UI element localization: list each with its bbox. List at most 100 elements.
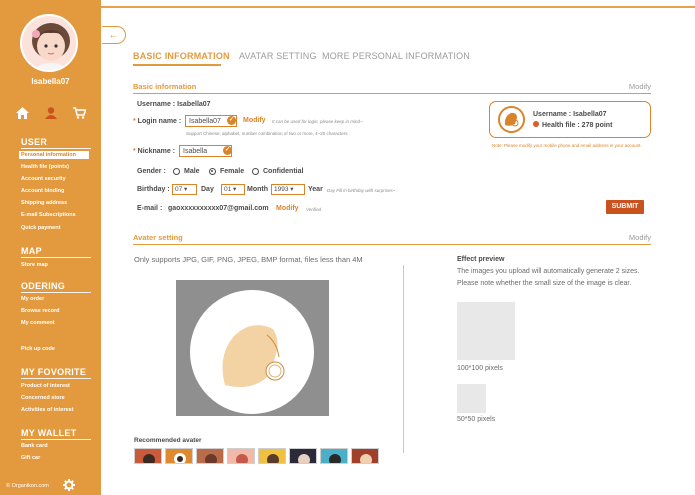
basic-info-modify-link[interactable]: Modify: [629, 82, 651, 91]
sidebar: Isabella07 USER Personal information Hea…: [0, 0, 101, 495]
cart-icon[interactable]: [73, 106, 87, 124]
month-value: 01: [224, 186, 232, 193]
sidebar-section-map: MAP: [21, 246, 42, 256]
top-accent-line: [100, 6, 695, 8]
card-health-file: Health file : 278 point: [533, 121, 612, 129]
tab-basic-information[interactable]: BASIC INFORMATION: [133, 51, 230, 61]
avatar-crop-area[interactable]: [176, 280, 329, 416]
home-icon[interactable]: [16, 106, 29, 124]
gender-female-label: Female: [220, 168, 245, 175]
active-tab-indicator: [133, 64, 221, 66]
login-label: Login name :: [137, 118, 182, 125]
year-label: Year: [308, 186, 323, 193]
card-avatar: [498, 106, 525, 133]
sidebar-item-bank-card[interactable]: Bank card: [21, 443, 48, 449]
sidebar-item-gift-card[interactable]: Gift car: [21, 455, 40, 461]
gender-female-radio[interactable]: [209, 168, 216, 175]
day-select[interactable]: 07 ▾: [172, 184, 197, 195]
avatar-option[interactable]: [227, 448, 255, 464]
sidebar-item-account-security[interactable]: Account security: [21, 176, 66, 182]
month-select[interactable]: 01 ▾: [221, 184, 245, 195]
effect-preview-line-2: Please note whether the small size of th…: [457, 280, 632, 287]
email-modify-link[interactable]: Modify: [276, 205, 299, 212]
gender-confidential-label: Confidential: [263, 168, 304, 175]
user-icon[interactable]: [45, 106, 57, 124]
username-row: Username : Isabella07: [137, 101, 211, 108]
check-icon: ✓: [223, 146, 232, 155]
sidebar-item-store-map[interactable]: Store map: [21, 262, 48, 268]
tab-avatar-setting[interactable]: AVATAR SETTING: [239, 51, 317, 61]
divider: [21, 439, 91, 440]
avatar-option[interactable]: [134, 448, 162, 464]
sidebar-item-my-comment[interactable]: My comment: [21, 320, 55, 326]
year-value: 1993: [274, 186, 289, 193]
sidebar-section-my-wallet: MY WALLET: [21, 428, 77, 438]
profile-summary-card: Username : Isabella07 Health file : 278 …: [489, 101, 651, 138]
login-modify-link[interactable]: Modify: [243, 117, 266, 124]
avatar-option[interactable]: [196, 448, 224, 464]
user-avatar[interactable]: [20, 14, 78, 72]
avatar-setting-title: Avater setting: [133, 233, 183, 242]
sidebar-item-product-of-interest[interactable]: Product of interest: [21, 383, 70, 389]
avatar-option[interactable]: [320, 448, 348, 464]
avatar-modify-link[interactable]: Modify: [629, 233, 651, 242]
sidebar-section-ordering: ODERING: [21, 281, 66, 291]
tab-more-personal-information[interactable]: MORE PERSONAL INFORMATION: [322, 51, 470, 61]
sidebar-item-browse-record[interactable]: Browse record: [21, 308, 60, 314]
sidebar-item-account-binding[interactable]: Account binding: [21, 188, 64, 194]
basic-info-title: Basic information: [133, 82, 197, 91]
sidebar-item-my-order[interactable]: My order: [21, 296, 44, 302]
gender-male-label: Male: [184, 168, 200, 175]
login-label-wrap: * Login name :: [133, 118, 182, 125]
collapse-arrow-icon: ←: [108, 29, 119, 41]
divider: [21, 257, 91, 258]
check-icon: ✓: [227, 116, 236, 125]
gender-confidential-radio[interactable]: [252, 168, 259, 175]
sidebar-item-activities-of-interest[interactable]: Activities of interest: [21, 407, 74, 413]
year-select[interactable]: 1993 ▾: [271, 184, 305, 195]
email-verified-status: Verified: [306, 207, 322, 212]
sidebar-item-shipping-address[interactable]: Shipping address: [21, 200, 67, 206]
sidebar-section-my-favorite: MY FOVORITE: [21, 367, 87, 377]
effect-preview-line-1: The images you upload will automatically…: [457, 268, 640, 275]
divider: [21, 148, 91, 149]
gender-male-radio[interactable]: [173, 168, 180, 175]
month-label: Month: [247, 186, 268, 193]
avatar-option[interactable]: [289, 448, 317, 464]
sidebar-username: Isabella07: [31, 77, 70, 86]
avatar-option[interactable]: [351, 448, 379, 464]
day-label: Day: [201, 186, 214, 193]
card-username: Username : Isabella07: [533, 111, 607, 118]
divider: [21, 292, 91, 293]
avatar-divider: [403, 265, 404, 453]
effect-preview-title: Effect preview: [457, 256, 505, 263]
gear-icon[interactable]: [62, 479, 75, 493]
avatar-option[interactable]: [258, 448, 286, 464]
nickname-label-wrap: * Nickname :: [133, 148, 176, 155]
day-value: 07: [175, 186, 183, 193]
birthday-hint: Day Fill in birthday with surprises~: [327, 188, 396, 193]
sidebar-item-health-file[interactable]: Health file (points): [21, 164, 69, 170]
avatar-option[interactable]: [165, 448, 193, 464]
sidebar-footer: © Organikon.com: [6, 479, 75, 493]
sidebar-item-pick-up-code[interactable]: Pick up code: [21, 346, 55, 352]
avatar-crop-circle[interactable]: [190, 290, 314, 414]
email-value: gaoxxxxxxxxxx07@gmail.com: [168, 205, 269, 212]
nickname-value: Isabella: [183, 148, 208, 155]
divider: [21, 378, 91, 379]
sidebar-item-personal-information[interactable]: Personal information: [19, 151, 89, 159]
nickname-label: Nickname :: [137, 148, 176, 155]
sidebar-item-quick-payment[interactable]: Quick payment: [21, 225, 60, 231]
preview-100px: [457, 302, 515, 360]
collapse-sidebar-button[interactable]: ←: [102, 26, 126, 44]
health-dot-icon: [533, 121, 539, 127]
preview-50px-caption: 50*50 pixels: [457, 416, 496, 423]
sidebar-item-email-subscriptions[interactable]: E-mail Subscriptions: [21, 212, 76, 218]
login-support-hint: Support Chinese, alphabet, number combin…: [186, 131, 348, 136]
quick-icons: [16, 106, 87, 124]
username-value: Isabella07: [177, 101, 211, 108]
recommended-avatar-label: Recommended avater: [134, 437, 202, 444]
sidebar-item-concerned-store[interactable]: Concerned store: [21, 395, 65, 401]
submit-button[interactable]: SUBMIT: [606, 200, 644, 214]
profile-note: Note: Please modify your mobile phone an…: [492, 143, 642, 148]
